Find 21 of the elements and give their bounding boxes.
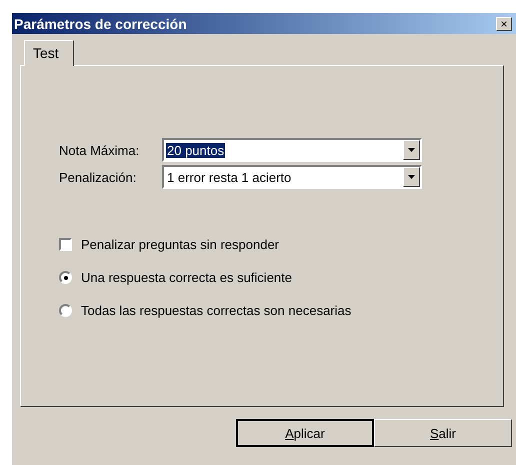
combo-box[interactable]: 1 error resta 1 acierto (162, 165, 422, 189)
dropdown-button[interactable] (403, 167, 420, 187)
option-label: Una respuesta correcta es suficiente (81, 270, 292, 285)
radio-button[interactable] (59, 271, 72, 284)
dialog-button[interactable]: Aplicar (236, 419, 374, 447)
option-label: Todas las respuestas correctas son necesarias (81, 303, 352, 318)
radio-button[interactable] (59, 304, 72, 317)
tab[interactable]: Test (24, 40, 74, 66)
dialog-button[interactable]: Salir (374, 419, 512, 447)
combo-value: 1 error resta 1 acierto (166, 170, 292, 184)
combo-value: 20 puntos (166, 142, 226, 158)
field-label: Nota Máxima: (59, 142, 140, 158)
field-label: Penalización: (59, 170, 138, 184)
checkbox[interactable] (59, 238, 72, 251)
caret-icon (408, 175, 415, 179)
caret-icon (408, 148, 415, 152)
combo-box[interactable]: 20 puntos (162, 138, 422, 162)
close-button[interactable]: × (496, 16, 512, 30)
dropdown-button[interactable] (403, 140, 420, 160)
option-label: Penalizar preguntas sin responder (81, 237, 280, 252)
window-title: Parámetros de corrección (14, 16, 187, 32)
